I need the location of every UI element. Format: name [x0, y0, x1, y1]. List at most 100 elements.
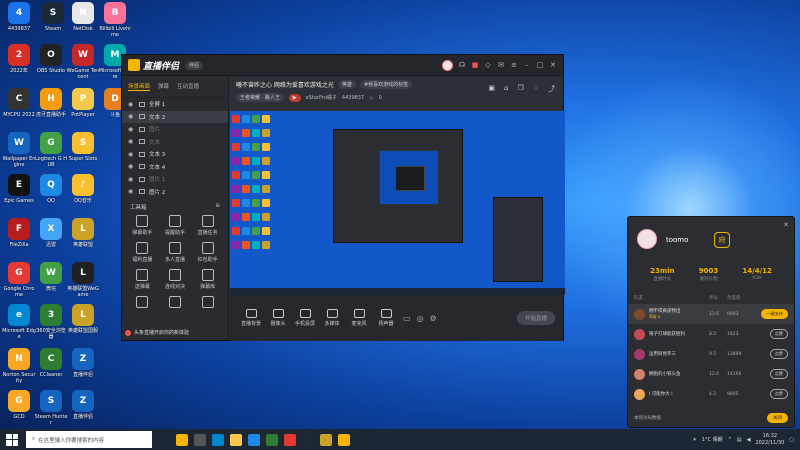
- desktop-icon[interactable]: Z 直播伴侣: [66, 348, 100, 378]
- eye-icon[interactable]: ◉: [128, 163, 135, 170]
- bottom-tool-button[interactable]: 摄像头: [265, 309, 291, 327]
- desktop-icon[interactable]: Q QQ: [34, 174, 68, 204]
- like-button[interactable]: 点赞: [769, 369, 788, 379]
- volume-icon[interactable]: ◀: [747, 437, 751, 443]
- maximize-icon[interactable]: □: [536, 61, 544, 69]
- shirt-icon[interactable]: ◇: [484, 61, 492, 69]
- desktop-icon[interactable]: S Steam: [36, 2, 70, 32]
- tab-scenes[interactable]: 场景画面: [128, 82, 151, 91]
- desktop-icon[interactable]: L 英雄联盟WeGame: [66, 262, 100, 298]
- desktop-icon[interactable]: S Super Slots: [66, 132, 100, 162]
- scene-item[interactable]: ◉ 图片 1: [122, 173, 228, 186]
- store-icon[interactable]: ▣: [488, 84, 495, 94]
- shop-icon[interactable]: ⌂: [504, 84, 508, 94]
- bell-icon[interactable]: ♢: [533, 84, 539, 94]
- desktop-icon[interactable]: G Logitech G HUB: [34, 132, 68, 168]
- settings-icon[interactable]: ⚙: [430, 314, 437, 323]
- desktop-icon[interactable]: H 虎牙直播助手: [34, 88, 68, 118]
- desktop-icon[interactable]: E Epic Games: [2, 174, 36, 204]
- steam-taskbar-icon[interactable]: [302, 433, 314, 446]
- scene-item[interactable]: ◉ 图片: [122, 123, 228, 136]
- desktop-icon[interactable]: G GCD: [2, 390, 36, 420]
- go-live-button[interactable]: 开始直播: [516, 311, 555, 325]
- tab-interactive[interactable]: 互动直播: [177, 82, 199, 91]
- desktop-icon[interactable]: e Microsoft Edge: [2, 304, 36, 340]
- desktop-icon[interactable]: L 英雄联盟: [66, 218, 100, 248]
- bottom-tool-button[interactable]: 手机投屏: [292, 309, 318, 327]
- desktop-icon[interactable]: L 英雄联盟国服: [66, 304, 100, 334]
- mail-icon[interactable]: ✉: [497, 61, 505, 69]
- desktop-icon[interactable]: W 微信: [34, 262, 68, 292]
- desktop-icon[interactable]: W Wallpaper Engine: [2, 132, 36, 168]
- bottom-tool-button[interactable]: 多媒体: [319, 309, 345, 327]
- tool-item[interactable]: 弹幕库: [191, 269, 224, 290]
- copy-icon[interactable]: ❐: [517, 84, 523, 94]
- stream-title[interactable]: 曦不曾昨之心 网络为爱喜欢游戏之光: [236, 80, 334, 89]
- like-button[interactable]: 点赞: [769, 389, 788, 399]
- edge-icon[interactable]: [212, 433, 224, 446]
- eye-icon[interactable]: ◉: [128, 151, 135, 158]
- scene-item[interactable]: ◉ 文本: [122, 136, 228, 149]
- taskbar-search[interactable]: ⌕ 在这里输入你要搜索的内容: [26, 431, 152, 448]
- companion-taskbar-icon[interactable]: [338, 433, 350, 446]
- tool-item[interactable]: 连线对决: [159, 269, 192, 290]
- eye-icon[interactable]: ◉: [128, 138, 135, 145]
- scene-item[interactable]: ◉ 图片 2: [122, 186, 228, 199]
- store-taskbar-icon[interactable]: [248, 433, 260, 446]
- share-icon[interactable]: ⤴: [548, 84, 555, 94]
- tool-item[interactable]: 福利直播: [126, 242, 159, 263]
- version-badge[interactable]: 伴侣: [185, 60, 204, 70]
- tool-item[interactable]: [126, 296, 159, 310]
- like-button[interactable]: 一键支持: [761, 309, 788, 319]
- eye-icon[interactable]: ◉: [128, 176, 135, 183]
- bottom-tool-button[interactable]: 扬声器: [373, 309, 399, 327]
- tool-item[interactable]: 送弹幕: [126, 269, 159, 290]
- app-thumbnail-icon[interactable]: [176, 433, 188, 446]
- stream-hashtag[interactable]: #我喜欢游戏的标签: [359, 80, 413, 89]
- scene-item[interactable]: ◉ 文本 2: [122, 110, 228, 123]
- desktop-icon[interactable]: C MYCPU 2022: [2, 88, 36, 118]
- wechat-taskbar-icon[interactable]: [266, 433, 278, 446]
- tab-danmaku[interactable]: 弹幕: [158, 82, 169, 91]
- camera-icon[interactable]: ▭: [403, 314, 411, 323]
- like-button[interactable]: 点赞: [769, 349, 788, 359]
- chevron-up-icon[interactable]: ^: [728, 437, 732, 443]
- desktop-icon[interactable]: N NetDisk: [66, 2, 100, 32]
- eye-icon[interactable]: ◉: [128, 188, 135, 195]
- scene-item[interactable]: ◉ 文本 4: [122, 161, 228, 174]
- tool-item[interactable]: 提醒助手: [159, 215, 192, 236]
- notification-icon[interactable]: ▢: [789, 437, 794, 443]
- chrome-taskbar-icon[interactable]: [284, 433, 296, 446]
- stream-tag[interactable]: 英雄: [337, 80, 356, 89]
- tool-item[interactable]: 弹幕助手: [126, 215, 159, 236]
- scene-item[interactable]: ◉ 文本 3: [122, 148, 228, 161]
- headset-icon[interactable]: ☊: [458, 61, 466, 69]
- desktop-icon[interactable]: O OBS Studio: [34, 44, 68, 74]
- network-icon[interactable]: ▤: [737, 437, 742, 443]
- close-icon[interactable]: ✕: [549, 61, 557, 69]
- tool-item[interactable]: 直播任务: [191, 215, 224, 236]
- tool-item[interactable]: 多人直播: [159, 242, 192, 263]
- desktop-icon[interactable]: P PotPlayer: [66, 88, 100, 118]
- explorer-icon[interactable]: [230, 433, 242, 446]
- tool-item[interactable]: [159, 296, 192, 310]
- clock[interactable]: 16:32 2022/11/30: [755, 433, 784, 447]
- minimize-icon[interactable]: –: [523, 61, 531, 69]
- bottom-tool-button[interactable]: 麦克风: [346, 309, 372, 327]
- desktop-icon[interactable]: G Google Chrome: [2, 262, 36, 298]
- toolbox-minus-icon[interactable]: ⊖: [215, 203, 220, 211]
- panel-close-icon[interactable]: ✕: [783, 221, 789, 229]
- eye-icon[interactable]: ◉: [128, 101, 135, 108]
- lol-taskbar-icon[interactable]: [320, 433, 332, 446]
- panel-close-button[interactable]: 关闭: [767, 413, 788, 423]
- bottom-tool-button[interactable]: 直播背景: [238, 309, 264, 327]
- desktop-icon[interactable]: C CCleaner: [34, 348, 68, 378]
- ad-banner[interactable]: 头条直播开启你的新体验: [125, 329, 189, 336]
- desktop-icon[interactable]: N Norton Security: [2, 348, 36, 384]
- desktop-icon[interactable]: ♪ QQ音乐: [66, 174, 100, 204]
- desktop-icon[interactable]: 2 2022年: [2, 44, 36, 74]
- tool-item[interactable]: [191, 296, 224, 310]
- tool-item[interactable]: 红包助手: [191, 242, 224, 263]
- eye-icon[interactable]: ◉: [128, 126, 135, 133]
- menu-icon[interactable]: ≡: [510, 61, 518, 69]
